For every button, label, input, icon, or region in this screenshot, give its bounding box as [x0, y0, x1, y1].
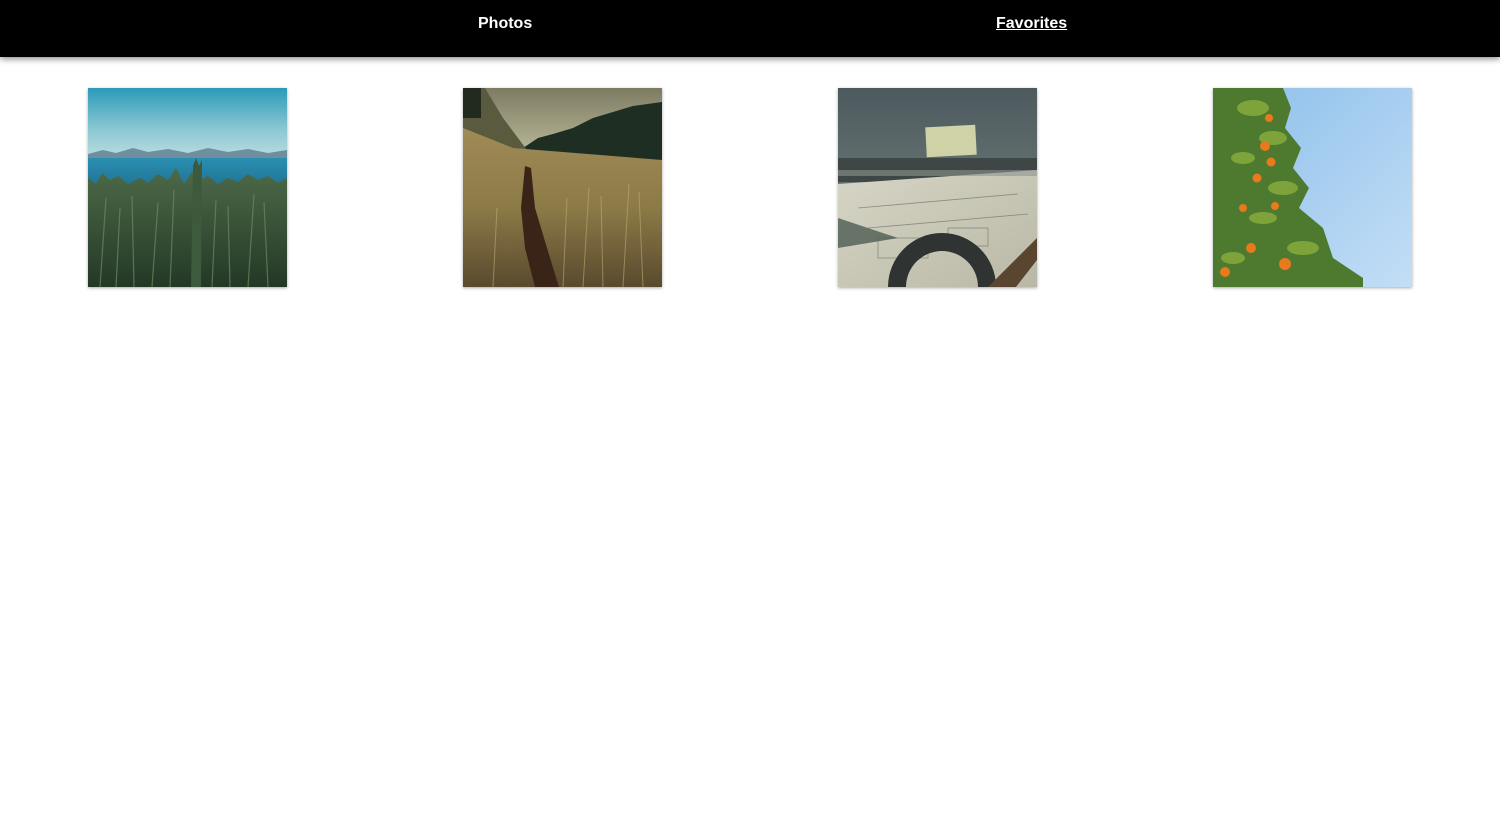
photo-image: [838, 88, 1037, 287]
photo-grid: [0, 88, 1500, 288]
top-navigation-bar: Photos Favorites: [0, 0, 1500, 57]
photo-tile-grassland-trail[interactable]: [463, 88, 662, 287]
photo-image: [1213, 88, 1412, 287]
photo-image: [463, 88, 662, 287]
nav-link-photos[interactable]: Photos: [478, 14, 532, 34]
photo-tile-drafting-desk[interactable]: [838, 88, 1037, 287]
nav-link-favorites[interactable]: Favorites: [996, 14, 1067, 34]
photo-image: [88, 88, 287, 287]
photo-tile-orange-tree[interactable]: [1213, 88, 1412, 287]
photo-tile-coastal-meadow[interactable]: [88, 88, 287, 287]
